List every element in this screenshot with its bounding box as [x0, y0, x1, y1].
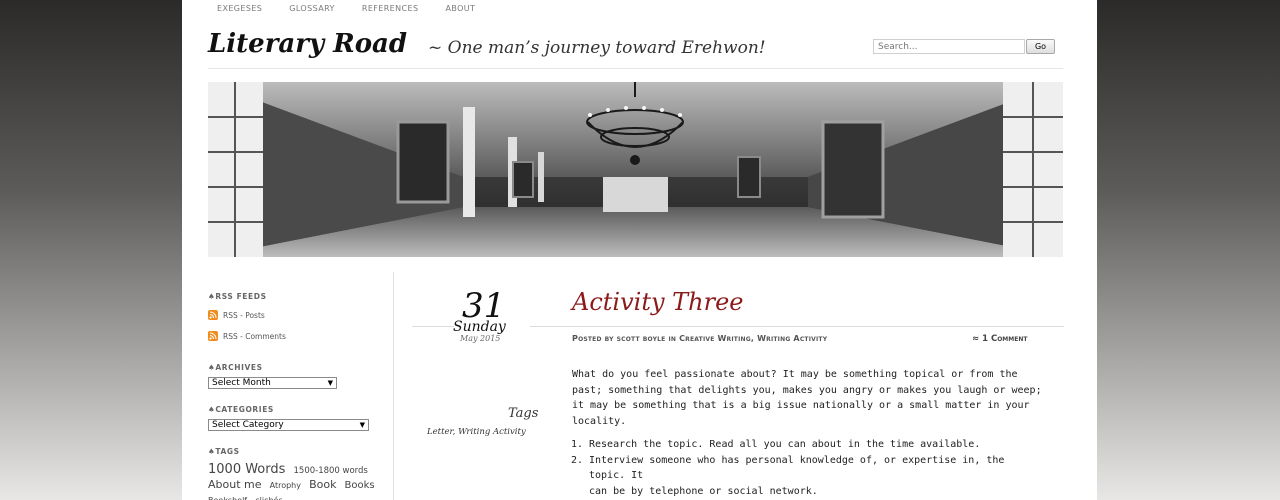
nav-about[interactable]: ABOUT [445, 4, 475, 18]
search-go-button[interactable]: Go [1026, 39, 1055, 54]
post-meta-text: Posted by scott boyle in Creative Writin… [572, 334, 828, 343]
rss-posts-label: RSS - Posts [223, 310, 265, 320]
post-meta: Posted by scott boyle in Creative Writin… [572, 334, 827, 343]
categories-select-value: Select Category [212, 420, 284, 430]
post-date-weekday: Sunday [453, 319, 506, 335]
tag-link[interactable]: clichés [255, 496, 282, 500]
post-step: Research the topic. Read all you can abo… [589, 437, 1042, 453]
search-input[interactable] [873, 39, 1025, 54]
post-tags-label: Tags [508, 406, 539, 421]
dropdown-arrow-icon: ▼ [327, 379, 333, 387]
post-title[interactable]: Activity Three [572, 288, 744, 316]
post-date-month: May 2015 [460, 334, 501, 343]
archives-select[interactable]: Select Month ▼ [208, 377, 337, 389]
nav-glossary[interactable]: GLOSSARY [289, 4, 335, 18]
post-tags-list[interactable]: Letter, Writing Activity [427, 427, 526, 437]
post-intro: What do you feel passionate about? It ma… [572, 369, 1042, 427]
sidebar-divider [393, 272, 394, 500]
tag-link[interactable]: About me [208, 478, 262, 491]
rss-icon [208, 331, 218, 341]
rss-comments-label: RSS - Comments [223, 331, 286, 341]
rss-icon [208, 310, 218, 320]
post-step: Interview someone who has personal knowl… [589, 453, 1042, 500]
post-step-text: Interview someone who has personal knowl… [589, 454, 1005, 497]
rss-comments-link[interactable]: RSS - Comments [208, 331, 286, 341]
header-banner-image [208, 82, 1063, 257]
site-tagline: ~ One man’s journey toward Erehwon! [428, 38, 766, 58]
date-divider-right [530, 326, 1064, 327]
tag-link[interactable]: Books [345, 480, 375, 491]
tag-link[interactable]: Book [309, 478, 336, 491]
tag-link[interactable]: 1500-1800 words [294, 466, 368, 476]
post-body: What do you feel passionate about? It ma… [572, 367, 1042, 499]
dropdown-arrow-icon: ▼ [359, 421, 365, 429]
widget-title-archives: ♠ARCHIVES [208, 363, 263, 372]
header-divider [208, 68, 1063, 69]
page-container: EXEGESES GLOSSARY REFERENCES ABOUT Liter… [182, 0, 1097, 500]
tag-link[interactable]: Atrophy [270, 481, 301, 490]
widget-title-tags-text: TAGS [215, 447, 240, 456]
widget-title-categories-text: CATEGORIES [215, 405, 274, 414]
archives-select-value: Select Month [212, 378, 271, 388]
tag-link[interactable]: 1000 Words [208, 462, 285, 477]
widget-title-rss: ♠RSS FEEDS [208, 292, 267, 301]
top-nav: EXEGESES GLOSSARY REFERENCES ABOUT [217, 4, 502, 18]
site-title[interactable]: Literary Road [208, 29, 407, 59]
widget-title-tags: ♠TAGS [208, 447, 240, 456]
post-comments-link[interactable]: ≈ 1 Comment [972, 334, 1027, 344]
date-divider-left [412, 326, 454, 327]
rss-posts-link[interactable]: RSS - Posts [208, 310, 265, 320]
widget-title-categories: ♠CATEGORIES [208, 405, 274, 414]
categories-select[interactable]: Select Category ▼ [208, 419, 369, 431]
tag-link[interactable]: Bookshelf [208, 496, 247, 500]
nav-exegeses[interactable]: EXEGESES [217, 4, 262, 18]
widget-title-archives-text: ARCHIVES [215, 363, 263, 372]
post-steps-list: Research the topic. Read all you can abo… [572, 437, 1042, 499]
widget-title-rss-text: RSS FEEDS [215, 292, 267, 301]
nav-references[interactable]: REFERENCES [362, 4, 419, 18]
tag-cloud: 1000 Words 1500-1800 words About me Atro… [208, 462, 380, 500]
